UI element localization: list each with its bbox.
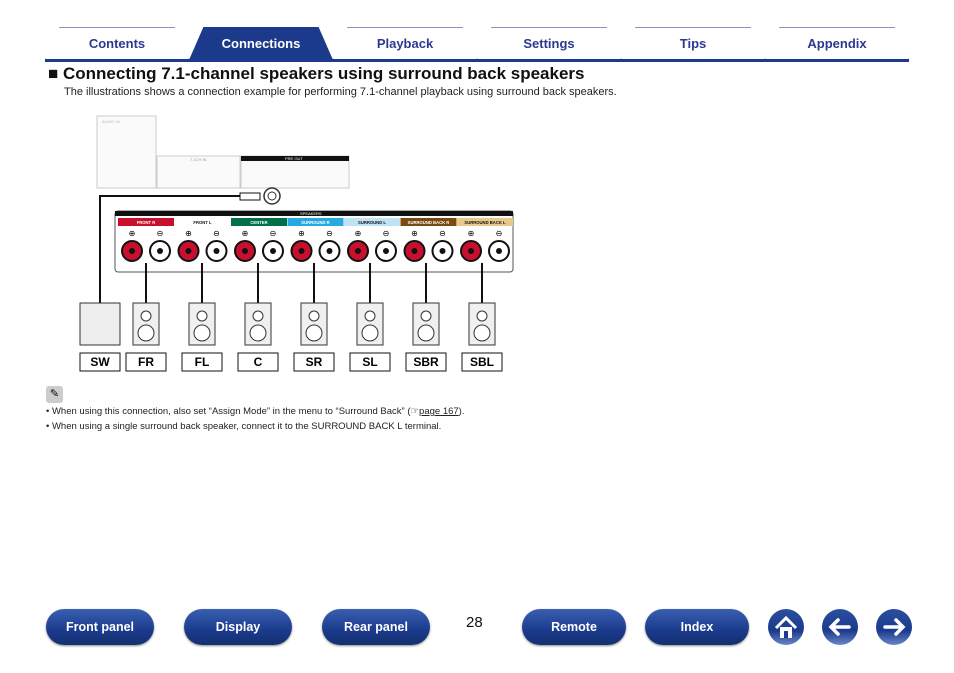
binding-post-center — [383, 248, 389, 254]
speaker-label: SL — [362, 355, 377, 369]
audio-in-panel — [96, 115, 157, 189]
note-text: • When using this connection, also set “… — [46, 406, 411, 417]
speaker-label: SW — [90, 355, 110, 369]
subwoofer-preout-jack — [263, 187, 281, 205]
forward-button[interactable] — [876, 609, 912, 645]
home-button[interactable] — [768, 609, 804, 645]
note-tail: ). — [458, 406, 465, 417]
tweeter — [476, 310, 488, 322]
page-number: 28 — [466, 614, 483, 631]
tweeter — [420, 310, 432, 322]
minus-sign: ⊖ — [439, 229, 446, 238]
index-button[interactable]: Index — [645, 609, 749, 645]
woofer — [137, 324, 155, 342]
terminal-label: SURROUND BACK R — [408, 220, 450, 225]
binding-post-center — [468, 248, 474, 254]
page-link[interactable]: page 167 — [419, 406, 459, 417]
speaker-label: SBL — [470, 355, 494, 369]
remote-button[interactable]: Remote — [522, 609, 626, 645]
tweeter — [196, 310, 208, 322]
back-arrow-icon — [828, 618, 851, 636]
minus-sign: ⊖ — [213, 229, 220, 238]
plus-sign: ⊕ — [468, 229, 475, 238]
audio-in-label: AUDIO IN — [102, 119, 120, 124]
woofer — [417, 324, 435, 342]
tweeter — [140, 310, 152, 322]
tweeter — [364, 310, 376, 322]
minus-sign: ⊖ — [383, 229, 390, 238]
pencil-icon: ✎ — [46, 386, 63, 403]
minus-sign: ⊖ — [157, 229, 164, 238]
speakers-label: SPEAKERS — [300, 211, 322, 216]
binding-post-center — [213, 248, 220, 254]
woofer — [473, 324, 491, 342]
rca-plug — [239, 192, 261, 201]
front-panel-button[interactable]: Front panel — [46, 609, 154, 645]
woofer — [249, 324, 267, 342]
woofer — [361, 324, 379, 342]
binding-post-center — [185, 248, 192, 254]
tweeter — [252, 310, 264, 322]
plus-sign: ⊕ — [242, 229, 249, 238]
binding-post-center — [326, 248, 333, 254]
terminal-label: SURROUND BACK L — [464, 220, 506, 225]
terminal-label: SURROUND L — [358, 220, 386, 225]
rear-panel-button[interactable]: Rear panel — [322, 609, 430, 645]
binding-post-center — [439, 248, 446, 254]
speaker-label: SBR — [413, 355, 439, 369]
plus-sign: ⊕ — [298, 229, 305, 238]
terminal-label: FRONT L — [193, 220, 212, 225]
binding-post-center — [129, 248, 135, 254]
home-icon — [774, 615, 798, 638]
terminal-label: SURROUND R — [301, 220, 329, 225]
ch71-in-label: 7.1CH IN — [190, 157, 207, 162]
back-button[interactable] — [822, 609, 858, 645]
connection-diagram: AUDIO IN 7.1CH IN PRE OUT SPEAKERS FRONT… — [79, 115, 514, 372]
binding-post-center — [496, 248, 502, 254]
plus-sign: ⊕ — [411, 229, 418, 238]
speaker-label: FR — [138, 355, 154, 369]
speaker-label: FL — [195, 355, 210, 369]
binding-post-center — [411, 248, 418, 254]
woofer — [305, 324, 323, 342]
binding-post-center — [355, 248, 361, 254]
binding-post-center — [242, 248, 248, 254]
speaker-label: C — [254, 355, 263, 369]
terminal-label: CENTER — [250, 220, 267, 225]
binding-post-center — [157, 248, 163, 254]
preout-label: PRE OUT — [285, 156, 303, 161]
note-item: • When using a single surround back spea… — [46, 421, 442, 432]
binding-post-center — [270, 248, 276, 254]
plus-sign: ⊕ — [129, 229, 136, 238]
speaker-label: SR — [306, 355, 323, 369]
minus-sign: ⊖ — [270, 229, 277, 238]
tweeter — [308, 310, 320, 322]
binding-post-center — [298, 248, 305, 254]
terminal-label: FRONT R — [137, 220, 156, 225]
minus-sign: ⊖ — [326, 229, 333, 238]
minus-sign: ⊖ — [496, 229, 503, 238]
reference-icon: ☞ — [410, 406, 420, 417]
plus-sign: ⊕ — [185, 229, 192, 238]
note-item: • When using this connection, also set “… — [46, 406, 464, 417]
plus-sign: ⊕ — [355, 229, 362, 238]
display-button[interactable]: Display — [184, 609, 292, 645]
forward-arrow-icon — [883, 618, 906, 636]
subwoofer-icon — [79, 302, 121, 346]
woofer — [193, 324, 211, 342]
